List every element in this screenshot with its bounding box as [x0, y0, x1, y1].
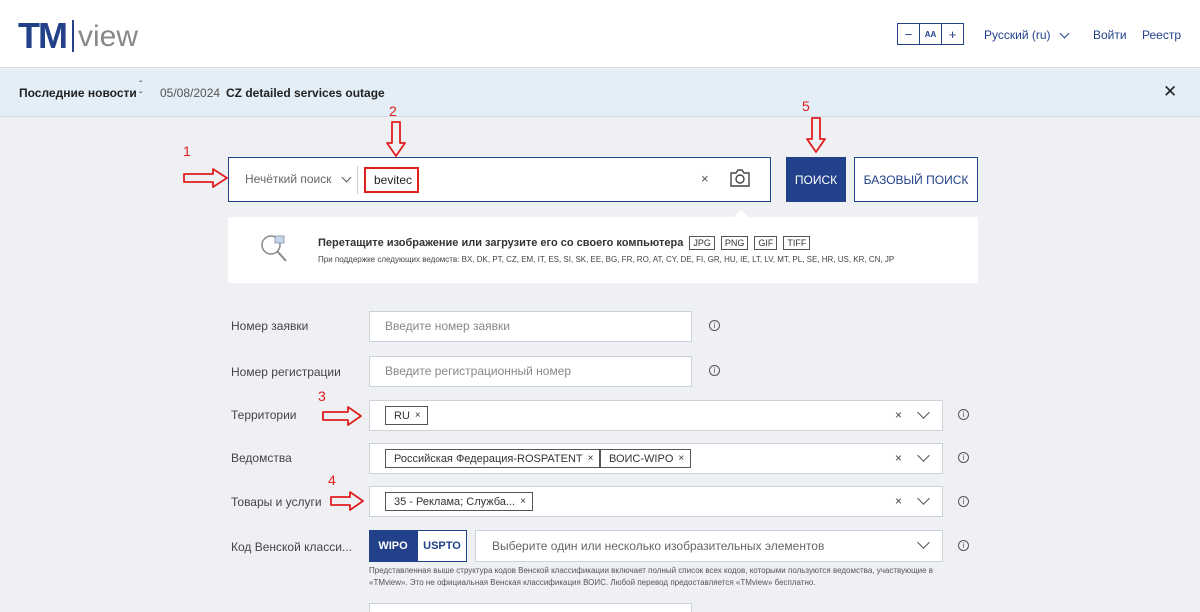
clear-search-icon[interactable]: ×	[701, 171, 709, 186]
chevron-down-icon	[342, 172, 352, 182]
format-badge-jpg: JPG	[689, 236, 715, 250]
news-label: Последние новости	[19, 86, 137, 100]
login-link[interactable]: Войти	[1093, 28, 1127, 42]
news-navigation[interactable]: ˆ ˇ	[139, 80, 142, 102]
registration-number-input[interactable]: Введите регистрационный номер	[369, 356, 692, 387]
clear-field-icon[interactable]: ×	[895, 451, 902, 465]
drag-drop-label: Перетащите изображение или загрузите его…	[318, 237, 684, 249]
chevron-down-icon[interactable]	[917, 449, 930, 462]
registration-number-label: Номер регистрации	[231, 365, 341, 379]
territories-select[interactable]: RU × ×	[369, 400, 943, 431]
format-badge-png: PNG	[720, 236, 749, 250]
annotation-number-2: 2	[389, 103, 397, 119]
basic-search-button[interactable]: БАЗОВЫЙ ПОИСК	[854, 157, 978, 202]
offices-label: Ведомства	[231, 451, 292, 465]
news-title[interactable]: CZ detailed services outage	[226, 86, 385, 100]
search-button[interactable]: ПОИСК	[786, 157, 846, 202]
territories-label: Территории	[231, 408, 297, 422]
goods-chip: 35 - Реклама; Служба... ×	[385, 492, 533, 511]
annotation-arrow-down	[806, 117, 826, 153]
logo-tm: TM	[18, 15, 68, 56]
next-field-input[interactable]	[369, 603, 692, 612]
info-icon[interactable]: i	[958, 409, 969, 420]
font-increase-button[interactable]: +	[941, 23, 964, 45]
register-link[interactable]: Реестр	[1142, 28, 1181, 42]
offices-select[interactable]: Российская Федерация-ROSPATENT × ВОИС-WI…	[369, 443, 943, 474]
news-date: 05/08/2024	[160, 86, 221, 100]
chip-label: RU	[394, 409, 410, 422]
territory-chip: RU ×	[385, 406, 428, 425]
search-mode-label: Нечёткий поиск	[245, 172, 332, 186]
annotation-arrow-down	[386, 121, 406, 157]
image-upload-panel[interactable]: Перетащите изображение или загрузите его…	[228, 210, 978, 283]
vienna-wipo-toggle[interactable]: WIPO	[369, 530, 417, 562]
chip-remove-icon[interactable]: ×	[520, 496, 526, 507]
drag-drop-text: Перетащите изображение или загрузите его…	[318, 236, 811, 250]
search-box: Нечёткий поиск bevitec ×	[228, 157, 771, 202]
search-input[interactable]: bevitec	[364, 167, 419, 193]
font-decrease-button[interactable]: −	[897, 23, 920, 45]
annotation-arrow-right	[322, 406, 362, 426]
chip-remove-icon[interactable]: ×	[415, 410, 421, 421]
font-reset-button[interactable]: AA	[919, 23, 942, 45]
info-icon[interactable]: i	[709, 365, 720, 376]
divider	[357, 166, 358, 194]
vienna-note: Представленная выше структура кодов Венс…	[369, 566, 934, 587]
annotation-number-5: 5	[802, 98, 810, 114]
format-badge-gif: GIF	[754, 236, 778, 250]
chevron-down-icon[interactable]: ˇ	[139, 91, 142, 102]
logo-divider	[71, 20, 74, 52]
search-mode-dropdown[interactable]: Нечёткий поиск	[245, 172, 352, 186]
chevron-down-icon[interactable]	[917, 536, 930, 549]
camera-icon[interactable]	[729, 169, 751, 187]
annotation-arrow-right	[330, 491, 364, 511]
chip-remove-icon[interactable]: ×	[588, 453, 594, 464]
clear-field-icon[interactable]: ×	[895, 494, 902, 508]
chevron-down-icon[interactable]	[917, 492, 930, 505]
annotation-arrow-right	[183, 168, 228, 188]
clear-field-icon[interactable]: ×	[895, 408, 902, 422]
annotation-number-1: 1	[183, 143, 191, 159]
chevron-up-icon[interactable]: ˆ	[139, 80, 142, 91]
header: TM view − AA + Русский (ru) Войти Реестр	[0, 0, 1200, 68]
info-icon[interactable]: i	[958, 540, 969, 551]
application-number-label: Номер заявки	[231, 319, 309, 333]
logo-view: view	[77, 20, 138, 53]
language-label: Русский (ru)	[984, 28, 1051, 42]
tmview-logo[interactable]: TM view	[18, 14, 138, 54]
chip-remove-icon[interactable]: ×	[678, 453, 684, 464]
news-bar: Последние новости ˆ ˇ 05/08/2024 CZ deta…	[0, 69, 1200, 117]
annotation-number-3: 3	[318, 388, 326, 404]
chip-label: ВОИС-WIPO	[609, 452, 674, 465]
info-icon[interactable]: i	[958, 496, 969, 507]
chip-label: Российская Федерация-ROSPATENT	[394, 452, 583, 465]
info-icon[interactable]: i	[709, 320, 720, 331]
panel-pointer	[733, 210, 749, 218]
chevron-down-icon[interactable]	[917, 406, 930, 419]
annotation-number-4: 4	[328, 472, 336, 488]
close-icon[interactable]: ✕	[1163, 82, 1177, 102]
magnifier-image-icon	[261, 235, 287, 262]
goods-services-select[interactable]: 35 - Реклама; Служба... × ×	[369, 486, 943, 517]
vienna-uspto-toggle[interactable]: USPTO	[417, 530, 467, 562]
language-selector[interactable]: Русский (ru)	[984, 28, 1069, 42]
supported-offices-text: При поддержке следующих ведомств: BX, DK…	[318, 255, 895, 264]
vienna-placeholder: Выберите один или несколько изобразитель…	[492, 539, 825, 553]
chevron-down-icon	[1059, 28, 1069, 38]
vienna-code-label: Код Венской класси...	[231, 540, 352, 554]
goods-services-label: Товары и услуги	[231, 495, 322, 509]
font-size-controls: − AA +	[897, 23, 964, 45]
application-number-input[interactable]: Введите номер заявки	[369, 311, 692, 342]
chip-label: 35 - Реклама; Служба...	[394, 495, 516, 508]
office-chip-wipo: ВОИС-WIPO ×	[600, 449, 692, 468]
vienna-elements-select[interactable]: Выберите один или несколько изобразитель…	[475, 530, 943, 562]
office-chip-rospatent: Российская Федерация-ROSPATENT ×	[385, 449, 601, 468]
format-badge-tiff: TIFF	[783, 236, 811, 250]
info-icon[interactable]: i	[958, 452, 969, 463]
